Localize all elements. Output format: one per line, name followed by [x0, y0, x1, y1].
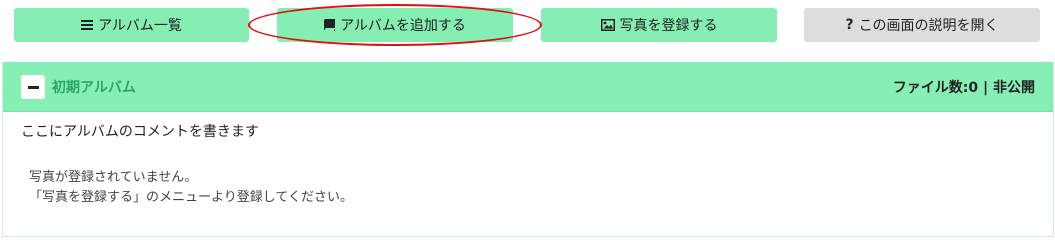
- question-icon: ?: [845, 17, 854, 33]
- minus-icon: [27, 85, 39, 89]
- register-photo-button[interactable]: 写真を登録する: [541, 8, 777, 42]
- album-panel-header: 初期アルバム ファイル数:0 | 非公開: [3, 62, 1053, 112]
- book-icon: [324, 19, 336, 31]
- album-list-label: アルバム一覧: [98, 18, 182, 34]
- file-count: ファイル数:0: [892, 80, 979, 96]
- list-icon: [81, 19, 94, 31]
- help-button[interactable]: ? この画面の説明を開く: [804, 8, 1040, 42]
- collapse-button[interactable]: [21, 75, 45, 99]
- add-album-label: アルバムを追加する: [340, 18, 466, 34]
- album-panel: 初期アルバム ファイル数:0 | 非公開 ここにアルバムのコメントを書きます 写…: [2, 62, 1054, 237]
- register-photo-label: 写真を登録する: [619, 18, 718, 34]
- album-comment: ここにアルバムのコメントを書きます: [21, 124, 259, 140]
- empty-message: 写真が登録されていません。 「写真を登録する」のメニューより登録してください。: [29, 168, 353, 208]
- visibility-status: 非公開: [993, 80, 1035, 96]
- meta-separator: |: [983, 80, 989, 96]
- empty-message-line2: 「写真を登録する」のメニューより登録してください。: [29, 190, 353, 205]
- album-list-button[interactable]: アルバム一覧: [14, 8, 249, 42]
- image-icon: [600, 19, 615, 31]
- help-label: この画面の説明を開く: [858, 18, 999, 34]
- empty-message-line1: 写真が登録されていません。: [29, 170, 198, 185]
- album-meta: ファイル数:0 | 非公開: [893, 77, 1035, 97]
- add-album-button[interactable]: アルバムを追加する: [277, 8, 513, 42]
- album-title: 初期アルバム: [52, 80, 136, 96]
